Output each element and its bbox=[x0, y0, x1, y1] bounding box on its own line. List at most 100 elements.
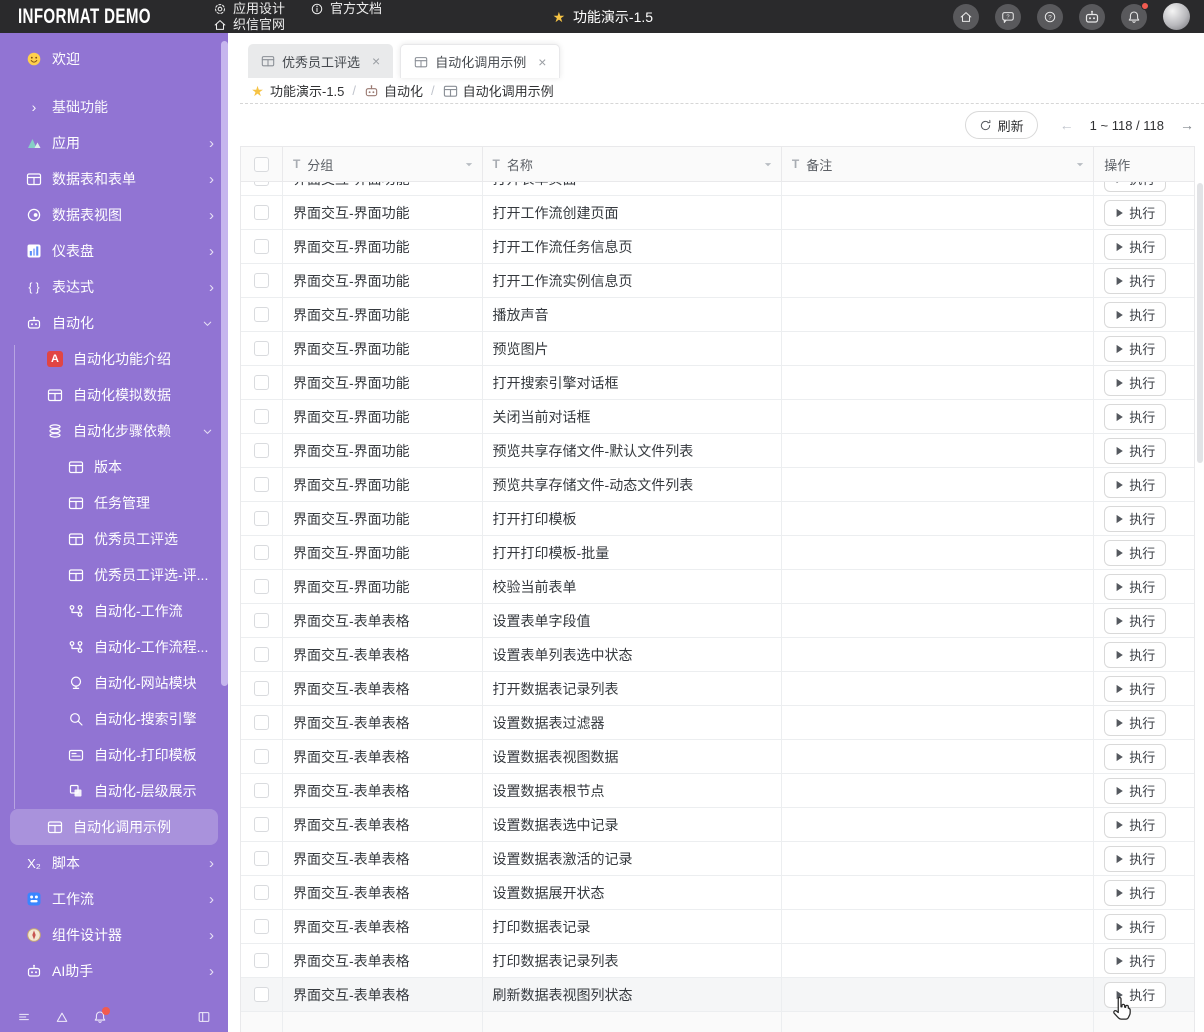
execute-button[interactable]: 执行 bbox=[1104, 743, 1167, 770]
home-button[interactable] bbox=[953, 3, 979, 30]
row-checkbox[interactable] bbox=[253, 182, 269, 186]
execute-button[interactable]: 执行 bbox=[1104, 641, 1167, 668]
topbar-link-zhixin-site[interactable]: 织信官网 bbox=[212, 17, 285, 33]
main-scrollbar[interactable] bbox=[1197, 183, 1203, 463]
tab-automation-call-examples[interactable]: 自动化调用示例 × bbox=[400, 44, 561, 78]
avatar[interactable] bbox=[1163, 3, 1190, 30]
row-checkbox[interactable] bbox=[253, 273, 269, 288]
execute-button[interactable]: 执行 bbox=[1104, 845, 1167, 872]
caret-down-icon[interactable] bbox=[763, 161, 773, 168]
topbar-link-official-docs[interactable]: 官方文档 bbox=[309, 1, 382, 17]
sidebar-bottom-messages[interactable] bbox=[92, 1007, 110, 1025]
sidebar-bottom-toggle-panel[interactable] bbox=[196, 1009, 212, 1025]
notifications-button[interactable] bbox=[1121, 1, 1149, 30]
sidebar-item-task-management[interactable]: 任务管理 bbox=[0, 485, 228, 521]
select-all-checkbox[interactable] bbox=[253, 156, 269, 172]
execute-button[interactable]: 执行 bbox=[1104, 267, 1167, 294]
sidebar-item-truncated-item[interactable]: —... bbox=[0, 989, 228, 1002]
close-icon[interactable]: × bbox=[372, 53, 380, 69]
topbar-link-app-design[interactable]: 应用设计 bbox=[212, 1, 285, 17]
sidebar-item-automation-website-module[interactable]: 自动化-网站模块 bbox=[0, 665, 228, 701]
execute-button[interactable]: 执行 bbox=[1104, 505, 1167, 532]
row-checkbox[interactable] bbox=[253, 511, 269, 526]
sidebar-item-automation-step-deps[interactable]: 自动化步骤依赖 bbox=[0, 413, 228, 449]
execute-button[interactable]: 执行 bbox=[1104, 403, 1167, 430]
sidebar-item-component-designer[interactable]: 组件设计器 › bbox=[0, 917, 228, 953]
execute-button[interactable]: 执行 bbox=[1104, 981, 1167, 1008]
sidebar-item-version[interactable]: 版本 bbox=[0, 449, 228, 485]
sidebar-item-automation[interactable]: 自动化 bbox=[0, 305, 228, 341]
row-checkbox[interactable] bbox=[253, 681, 269, 696]
execute-button[interactable]: 执行 bbox=[1104, 777, 1167, 804]
execute-button[interactable]: 执行 bbox=[1104, 301, 1167, 328]
breadcrumb-item[interactable]: 自动化 bbox=[364, 81, 423, 100]
execute-button[interactable]: 执行 bbox=[1104, 471, 1167, 498]
sidebar-item-basic-functions[interactable]: › 基础功能 bbox=[0, 89, 228, 125]
sidebar-item-workflow[interactable]: 工作流 › bbox=[0, 881, 228, 917]
sidebar-item-employee-selection-eval[interactable]: 优秀员工评选-评... bbox=[0, 557, 228, 593]
execute-button[interactable]: 执行 bbox=[1104, 811, 1167, 838]
row-checkbox[interactable] bbox=[253, 817, 269, 832]
feedback-button[interactable]: ? bbox=[995, 3, 1021, 30]
sidebar-item-apps[interactable]: 应用 › bbox=[0, 125, 228, 161]
row-checkbox[interactable] bbox=[253, 783, 269, 798]
row-checkbox[interactable] bbox=[253, 443, 269, 458]
sidebar-item-automation-hierarchy[interactable]: 自动化-层级展示 bbox=[0, 773, 228, 809]
execute-button[interactable]: 执行 bbox=[1104, 539, 1167, 566]
row-checkbox[interactable] bbox=[253, 375, 269, 390]
sidebar-item-expressions[interactable]: { } 表达式 › bbox=[0, 269, 228, 305]
execute-button[interactable]: 执行 bbox=[1104, 335, 1167, 362]
execute-button[interactable]: 执行 bbox=[1104, 233, 1167, 260]
execute-button[interactable]: 执行 bbox=[1104, 199, 1167, 226]
row-checkbox[interactable] bbox=[253, 953, 269, 968]
row-checkbox[interactable] bbox=[253, 341, 269, 356]
sidebar-item-welcome[interactable]: 欢迎 bbox=[0, 41, 228, 77]
caret-down-icon[interactable] bbox=[464, 161, 474, 168]
column-header-note[interactable]: T 备注 bbox=[782, 147, 1095, 181]
execute-button[interactable]: 执行 bbox=[1104, 437, 1167, 464]
row-checkbox[interactable] bbox=[253, 919, 269, 934]
sidebar-item-automation-mock-data[interactable]: 自动化模拟数据 bbox=[0, 377, 228, 413]
sidebar-bottom-alerts[interactable] bbox=[54, 1009, 70, 1025]
prev-page-arrow[interactable]: ← bbox=[1060, 117, 1074, 133]
execute-button[interactable]: 执行 bbox=[1104, 709, 1167, 736]
row-checkbox[interactable] bbox=[253, 205, 269, 220]
execute-button[interactable]: 执行 bbox=[1104, 573, 1167, 600]
sidebar-item-automation-call-examples[interactable]: 自动化调用示例 bbox=[10, 809, 218, 845]
row-checkbox[interactable] bbox=[253, 477, 269, 492]
sidebar-item-automation-workflow[interactable]: 自动化-工作流 bbox=[0, 593, 228, 629]
row-checkbox[interactable] bbox=[253, 715, 269, 730]
sidebar-item-automation-search-engine[interactable]: 自动化-搜索引擎 bbox=[0, 701, 228, 737]
row-checkbox[interactable] bbox=[253, 579, 269, 594]
sidebar-item-tables-forms[interactable]: 数据表和表单 › bbox=[0, 161, 228, 197]
breadcrumb-item[interactable]: ★ 功能演示-1.5 bbox=[250, 81, 344, 100]
sidebar-item-scripts[interactable]: X₂ 脚本 › bbox=[0, 845, 228, 881]
column-header-group[interactable]: T 分组 bbox=[283, 147, 483, 181]
next-page-arrow[interactable]: → bbox=[1180, 117, 1194, 133]
row-checkbox[interactable] bbox=[253, 851, 269, 866]
sidebar-scrollbar[interactable] bbox=[221, 41, 228, 686]
sidebar-item-employee-selection[interactable]: 优秀员工评选 bbox=[0, 521, 228, 557]
assistant-button[interactable] bbox=[1079, 3, 1105, 30]
sidebar-item-automation-workflow-proc[interactable]: 自动化-工作流程... bbox=[0, 629, 228, 665]
row-checkbox[interactable] bbox=[253, 307, 269, 322]
close-icon[interactable]: × bbox=[538, 54, 546, 70]
row-checkbox[interactable] bbox=[253, 647, 269, 662]
sidebar-item-ai-assistant[interactable]: AI助手 › bbox=[0, 953, 228, 989]
execute-button[interactable]: 执行 bbox=[1104, 913, 1167, 940]
sidebar-item-automation-intro[interactable]: A 自动化功能介绍 bbox=[0, 341, 228, 377]
sidebar-item-dashboards[interactable]: 仪表盘 › bbox=[0, 233, 228, 269]
execute-button[interactable]: 执行 bbox=[1104, 879, 1167, 906]
row-checkbox[interactable] bbox=[253, 613, 269, 628]
execute-button[interactable]: 执行 bbox=[1104, 607, 1167, 634]
row-checkbox[interactable] bbox=[253, 885, 269, 900]
sidebar-item-table-views[interactable]: 数据表视图 › bbox=[0, 197, 228, 233]
refresh-button[interactable]: 刷新 bbox=[964, 111, 1038, 139]
execute-button[interactable]: 执行 bbox=[1104, 182, 1167, 192]
column-header-name[interactable]: T 名称 bbox=[483, 147, 782, 181]
caret-down-icon[interactable] bbox=[1075, 161, 1085, 168]
breadcrumb-item[interactable]: 自动化调用示例 bbox=[443, 81, 554, 100]
tab-employee-selection[interactable]: 优秀员工评选 × bbox=[248, 44, 394, 78]
sidebar-item-automation-print-template[interactable]: 自动化-打印模板 bbox=[0, 737, 228, 773]
row-checkbox[interactable] bbox=[253, 987, 269, 1002]
